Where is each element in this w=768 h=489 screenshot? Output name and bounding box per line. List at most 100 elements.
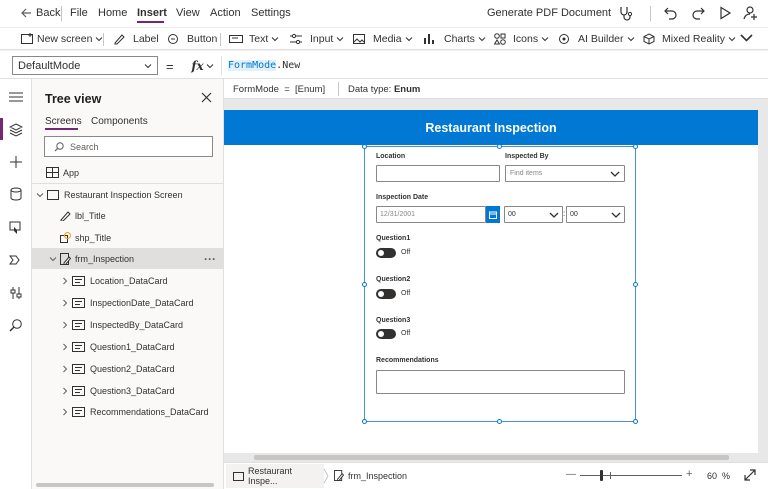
resize-handle[interactable] bbox=[633, 144, 638, 149]
flow-icon bbox=[9, 255, 20, 265]
tree-item-card[interactable]: Question3_DataCard bbox=[32, 380, 224, 401]
search-icon bbox=[54, 141, 64, 151]
hamburger-menu-button[interactable] bbox=[9, 92, 23, 102]
tab-screens[interactable]: Screens bbox=[45, 116, 82, 127]
app-checker-button[interactable] bbox=[618, 5, 634, 21]
data-card-icon bbox=[72, 341, 85, 352]
location-input[interactable] bbox=[376, 165, 500, 182]
form-breadcrumb-tab[interactable]: frm_Inspection bbox=[334, 470, 407, 481]
tree-item-screen[interactable]: Restaurant Inspection Screen bbox=[32, 184, 224, 205]
tree-horizontal-scrollbar[interactable] bbox=[36, 483, 214, 487]
advanced-tools-button[interactable] bbox=[9, 286, 23, 300]
tree-item-form[interactable]: frm_Inspection ··· bbox=[32, 248, 224, 269]
ai-builder-label: AI Builder bbox=[578, 33, 624, 45]
ai-builder-dropdown[interactable]: AI Builder bbox=[558, 31, 635, 47]
formula-input[interactable]: FormMode.New bbox=[228, 60, 300, 71]
fx-icon: fx bbox=[191, 58, 204, 73]
chevron-down-icon bbox=[337, 37, 344, 42]
tab-active-indicator bbox=[45, 128, 78, 130]
divider bbox=[61, 6, 62, 21]
zoom-unit: % bbox=[722, 471, 731, 481]
back-button[interactable]: Back bbox=[20, 7, 60, 19]
undo-button[interactable] bbox=[664, 5, 678, 21]
power-automate-button[interactable] bbox=[9, 253, 23, 267]
label-icon bbox=[60, 211, 71, 221]
media-button[interactable] bbox=[9, 220, 23, 234]
tree-item-card[interactable]: InspectedBy_DataCard bbox=[32, 314, 224, 335]
data-card-icon bbox=[72, 385, 85, 396]
tree-search-input[interactable]: Search bbox=[44, 136, 213, 157]
media-image-icon bbox=[353, 34, 365, 44]
chevron-down-icon bbox=[36, 192, 44, 197]
canvas-horizontal-scrollbar[interactable] bbox=[254, 455, 729, 460]
resize-handle[interactable] bbox=[497, 144, 502, 149]
calendar-button[interactable] bbox=[486, 206, 500, 223]
tree-view-button[interactable] bbox=[9, 123, 23, 137]
charts-dropdown[interactable]: Charts bbox=[424, 31, 486, 47]
menu-home[interactable]: Home bbox=[98, 7, 127, 19]
zoom-slider-track[interactable] bbox=[580, 475, 682, 476]
more-options-button[interactable]: ··· bbox=[204, 252, 216, 266]
app-header-title: Restaurant Inspection bbox=[425, 120, 557, 135]
ribbon-overflow-button[interactable] bbox=[740, 33, 753, 43]
menu-view[interactable]: View bbox=[176, 7, 200, 19]
screen-breadcrumb-tab[interactable]: Restaurant Inspe... bbox=[226, 464, 324, 488]
formula-rest: .New bbox=[276, 60, 301, 71]
menu-action[interactable]: Action bbox=[210, 7, 241, 19]
date-picker-input[interactable]: 12/31/2001 bbox=[376, 206, 486, 223]
insert-button[interactable] bbox=[9, 155, 23, 169]
inspected-by-combobox[interactable]: Find items bbox=[505, 165, 625, 182]
zoom-out-button[interactable]: — bbox=[566, 469, 576, 480]
function-button[interactable]: fx bbox=[184, 56, 222, 75]
property-dropdown[interactable]: DefaultMode bbox=[12, 56, 158, 75]
resize-handle[interactable] bbox=[633, 282, 638, 287]
new-screen-button[interactable]: New screen bbox=[21, 31, 103, 47]
button-button[interactable]: Button bbox=[167, 31, 217, 47]
input-dropdown[interactable]: Input bbox=[290, 31, 344, 47]
menu-settings[interactable]: Settings bbox=[251, 7, 291, 19]
question3-toggle[interactable] bbox=[376, 329, 396, 339]
preview-button[interactable] bbox=[719, 6, 731, 20]
label-button[interactable]: Label bbox=[113, 31, 159, 47]
resize-handle[interactable] bbox=[362, 419, 367, 424]
minute-dropdown[interactable]: 00 bbox=[566, 206, 625, 223]
text-dropdown[interactable]: Text bbox=[229, 31, 279, 47]
recommendations-label: Recommendations bbox=[376, 357, 439, 364]
app-header[interactable]: Restaurant Inspection bbox=[224, 110, 758, 145]
share-button[interactable] bbox=[743, 5, 759, 21]
close-tree-button[interactable] bbox=[201, 92, 212, 103]
recommendations-input[interactable] bbox=[376, 370, 625, 394]
tab-components[interactable]: Components bbox=[91, 116, 148, 127]
menu-insert[interactable]: Insert bbox=[137, 7, 167, 19]
search-button[interactable] bbox=[9, 318, 23, 332]
mixed-reality-dropdown[interactable]: Mixed Reality bbox=[642, 31, 736, 47]
tree-item-title-shape[interactable]: shp_Title bbox=[32, 227, 224, 248]
menu-file[interactable]: File bbox=[70, 7, 88, 19]
text-label: Text bbox=[249, 33, 269, 45]
hour-dropdown[interactable]: 00 bbox=[504, 206, 563, 223]
tree-item-card[interactable]: Question2_DataCard bbox=[32, 358, 224, 379]
tree-item-card[interactable]: Question1_DataCard bbox=[32, 336, 224, 357]
resize-handle[interactable] bbox=[362, 144, 367, 149]
data-button[interactable] bbox=[9, 187, 23, 201]
chevron-down-icon bbox=[478, 37, 486, 42]
equals-sign: = bbox=[166, 59, 174, 74]
tree-item-card[interactable]: InspectionDate_DataCard bbox=[32, 292, 224, 313]
question2-toggle[interactable] bbox=[376, 289, 396, 299]
tree-item-app[interactable]: App bbox=[32, 162, 224, 183]
resize-handle[interactable] bbox=[633, 419, 638, 424]
fit-to-window-button[interactable] bbox=[744, 469, 756, 481]
zoom-in-button[interactable]: + bbox=[686, 468, 692, 480]
tree-item-card[interactable]: Location_DataCard bbox=[32, 270, 224, 291]
new-screen-icon bbox=[21, 33, 33, 44]
resize-handle[interactable] bbox=[362, 282, 367, 287]
question1-toggle-state: Off bbox=[401, 249, 411, 256]
zoom-slider-thumb[interactable] bbox=[600, 470, 603, 481]
media-dropdown[interactable]: Media bbox=[353, 31, 413, 47]
question1-toggle[interactable] bbox=[376, 248, 396, 258]
resize-handle[interactable] bbox=[497, 419, 502, 424]
icons-dropdown[interactable]: Icons bbox=[494, 31, 549, 47]
redo-button[interactable] bbox=[691, 5, 705, 21]
tree-item-card[interactable]: Recommendations_DataCard bbox=[32, 401, 224, 422]
tree-item-title-label[interactable]: lbl_Title bbox=[32, 205, 224, 226]
